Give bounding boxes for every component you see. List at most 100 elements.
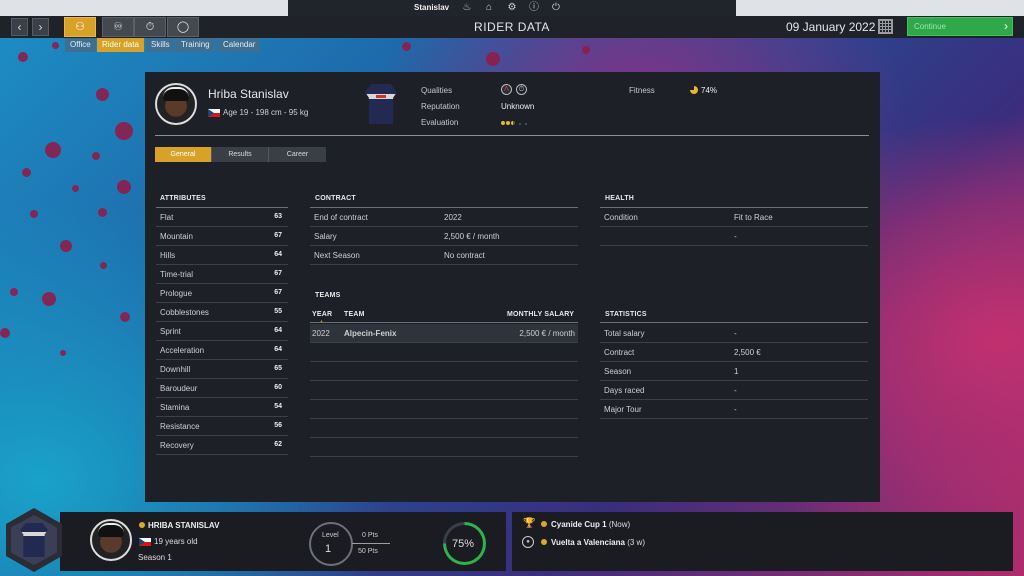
row-label: Recovery (160, 441, 194, 450)
row-label: Time-trial (160, 270, 194, 279)
subtab-office[interactable]: Office (65, 38, 96, 52)
tab-general[interactable]: General (155, 147, 212, 162)
table-row: Salary 2,500 € / month (310, 227, 578, 246)
row-label: Resistance (160, 422, 200, 431)
row-label: Days raced (604, 386, 645, 395)
bottom-rider-season: Season 1 (138, 553, 172, 562)
evaluation-label: Evaluation (421, 118, 459, 127)
rider-details: Age 19 - 198 cm - 95 kg (223, 108, 309, 117)
teams-salary-header[interactable]: MONTHLY SALARY (507, 311, 574, 318)
race-when: (3 w) (627, 538, 645, 547)
progress-percent: 75% (452, 538, 475, 550)
continue-label: Continue (914, 22, 947, 31)
row-value: 64 (274, 327, 282, 334)
table-row: Acceleration 64 (156, 341, 288, 360)
health-title: HEALTH (605, 195, 635, 202)
row-label: Stamina (160, 403, 190, 412)
table-row: Time-trial 67 (156, 265, 288, 284)
subtab-skills[interactable]: Skills (146, 38, 175, 52)
avatar (90, 519, 132, 561)
evaluation-stars (501, 118, 528, 127)
row-value: 2022 (444, 213, 462, 222)
bell-icon[interactable]: ♨ (461, 2, 473, 14)
row-value: No contract (444, 251, 485, 260)
power-icon[interactable]: ⏻ (550, 2, 562, 14)
table-row (310, 362, 578, 381)
race-item[interactable]: Vuelta a Valenciana (3 w) (551, 538, 645, 547)
row-value: 60 (274, 384, 282, 391)
star-icon (541, 539, 547, 545)
info-icon[interactable]: ⓘ (528, 2, 540, 14)
bottom-rider-name: HRIBA STANISLAV (148, 521, 220, 530)
row-value: - (734, 386, 737, 395)
home-icon[interactable]: ⌂ (483, 2, 495, 14)
table-row: Mountain 67 (156, 227, 288, 246)
star-icon (541, 521, 547, 527)
table-row: Contract 2,500 € (600, 343, 868, 362)
calendar-icon[interactable] (878, 19, 893, 34)
team-year: 2022 (312, 329, 330, 338)
row-label: Salary (314, 232, 337, 241)
race-name: Cyanide Cup 1 (551, 520, 607, 529)
table-row: Condition Fit to Race (600, 208, 868, 227)
team-jersey-icon (20, 523, 48, 557)
table-row[interactable]: 2022 Alpecin-Fenix 2,500 € / month (310, 324, 578, 343)
row-value: 67 (274, 289, 282, 296)
table-row (310, 419, 578, 438)
race-item[interactable]: Cyanide Cup 1 (Now) (551, 520, 630, 529)
table-row: Downhill 65 (156, 360, 288, 379)
subtab-calendar[interactable]: Calendar (218, 38, 261, 52)
teams-title: TEAMS (315, 292, 341, 299)
row-label: Acceleration (160, 346, 205, 355)
quality-climber-icon[interactable]: Λ (501, 84, 512, 95)
table-row: Stamina 54 (156, 398, 288, 417)
table-row: Major Tour - (600, 400, 868, 419)
level-label: Level (322, 532, 339, 539)
row-label: Cobblestones (160, 308, 209, 317)
teams-year-header[interactable]: YEAR (312, 311, 332, 318)
row-value: 56 (274, 422, 282, 429)
table-row: Days raced - (600, 381, 868, 400)
table-row: Season 1 (600, 362, 868, 381)
trophy-icon: 🏆 (523, 518, 536, 529)
row-value: 67 (274, 270, 282, 277)
row-value: 62 (274, 441, 282, 448)
settings-icon[interactable]: ⚙ (506, 2, 518, 14)
race-when: (Now) (608, 520, 631, 529)
row-value: 64 (274, 251, 282, 258)
row-value: 67 (274, 232, 282, 239)
tab-results[interactable]: Results (212, 147, 269, 162)
attributes-title: ATTRIBUTES (160, 195, 206, 202)
fitness-icon (690, 86, 698, 94)
top-right-strip (724, 0, 1024, 16)
czech-flag-icon (139, 538, 151, 546)
statistics-title: STATISTICS (605, 311, 647, 318)
header-divider (155, 135, 869, 136)
table-row: Cobblestones 55 (156, 303, 288, 322)
points-current: 0 Pts (362, 532, 378, 539)
row-value: Fit to Race (734, 213, 773, 222)
row-label: Next Season (314, 251, 360, 260)
row-label: Downhill (160, 365, 191, 374)
row-label: Sprint (160, 327, 181, 336)
fitness-label: Fitness (629, 86, 655, 95)
tab-career[interactable]: Career (269, 147, 326, 162)
subtab-rider-data[interactable]: Rider data (97, 38, 144, 52)
row-label: Hills (160, 251, 176, 260)
bottom-rider-age: 19 years old (154, 537, 198, 546)
row-value: 65 (274, 365, 282, 372)
quality-timetrial-icon[interactable]: ⏱ (516, 84, 527, 95)
table-row (310, 400, 578, 419)
row-label: Total salary (604, 329, 645, 338)
row-value: - (734, 232, 737, 241)
qualities-label: Qualities (421, 86, 453, 95)
race-icon: ● (522, 536, 534, 548)
continue-button[interactable]: Continue › (907, 17, 1013, 36)
table-row (310, 438, 578, 457)
team-jersey-icon (365, 84, 397, 124)
table-row: Prologue 67 (156, 284, 288, 303)
subtab-training[interactable]: Training (176, 38, 215, 52)
reputation-value: Unknown (501, 102, 535, 111)
teams-team-header[interactable]: TEAM (344, 311, 365, 318)
top-left-strip (0, 0, 300, 16)
